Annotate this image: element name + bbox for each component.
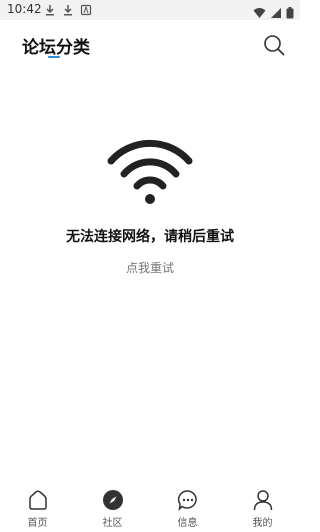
page-title: 论坛分类 (22, 38, 90, 58)
user-icon (251, 488, 275, 512)
nav-label-home: 首页 (27, 518, 48, 529)
wifi-icon (105, 135, 195, 207)
app-icon (80, 4, 92, 16)
bottom-nav: 首页 社区 信息 我的 (0, 486, 300, 532)
search-icon (264, 35, 285, 56)
download-icon (44, 4, 56, 16)
nav-item-profile[interactable]: 我的 (225, 486, 300, 532)
nav-label-message: 信息 (177, 518, 198, 529)
compass-icon (101, 488, 125, 512)
download-icon (62, 4, 74, 16)
search-button[interactable] (262, 33, 286, 57)
top-header: 论坛分类 (0, 20, 300, 68)
status-time: 10:42 (7, 2, 42, 16)
nav-label-profile: 我的 (252, 518, 273, 529)
status-bar: 10:42 (0, 0, 300, 20)
title-underline (48, 56, 60, 58)
nav-label-community: 社区 (102, 518, 123, 529)
retry-button[interactable]: 点我重试 (0, 259, 300, 276)
nav-item-home[interactable]: 首页 (0, 486, 75, 532)
error-message: 无法连接网络，请稍后重试 (66, 229, 234, 245)
status-notification-icons (44, 4, 92, 16)
message-icon (176, 488, 200, 512)
nav-item-message[interactable]: 信息 (150, 486, 225, 532)
home-icon (26, 488, 50, 512)
nav-item-community[interactable]: 社区 (75, 486, 150, 532)
